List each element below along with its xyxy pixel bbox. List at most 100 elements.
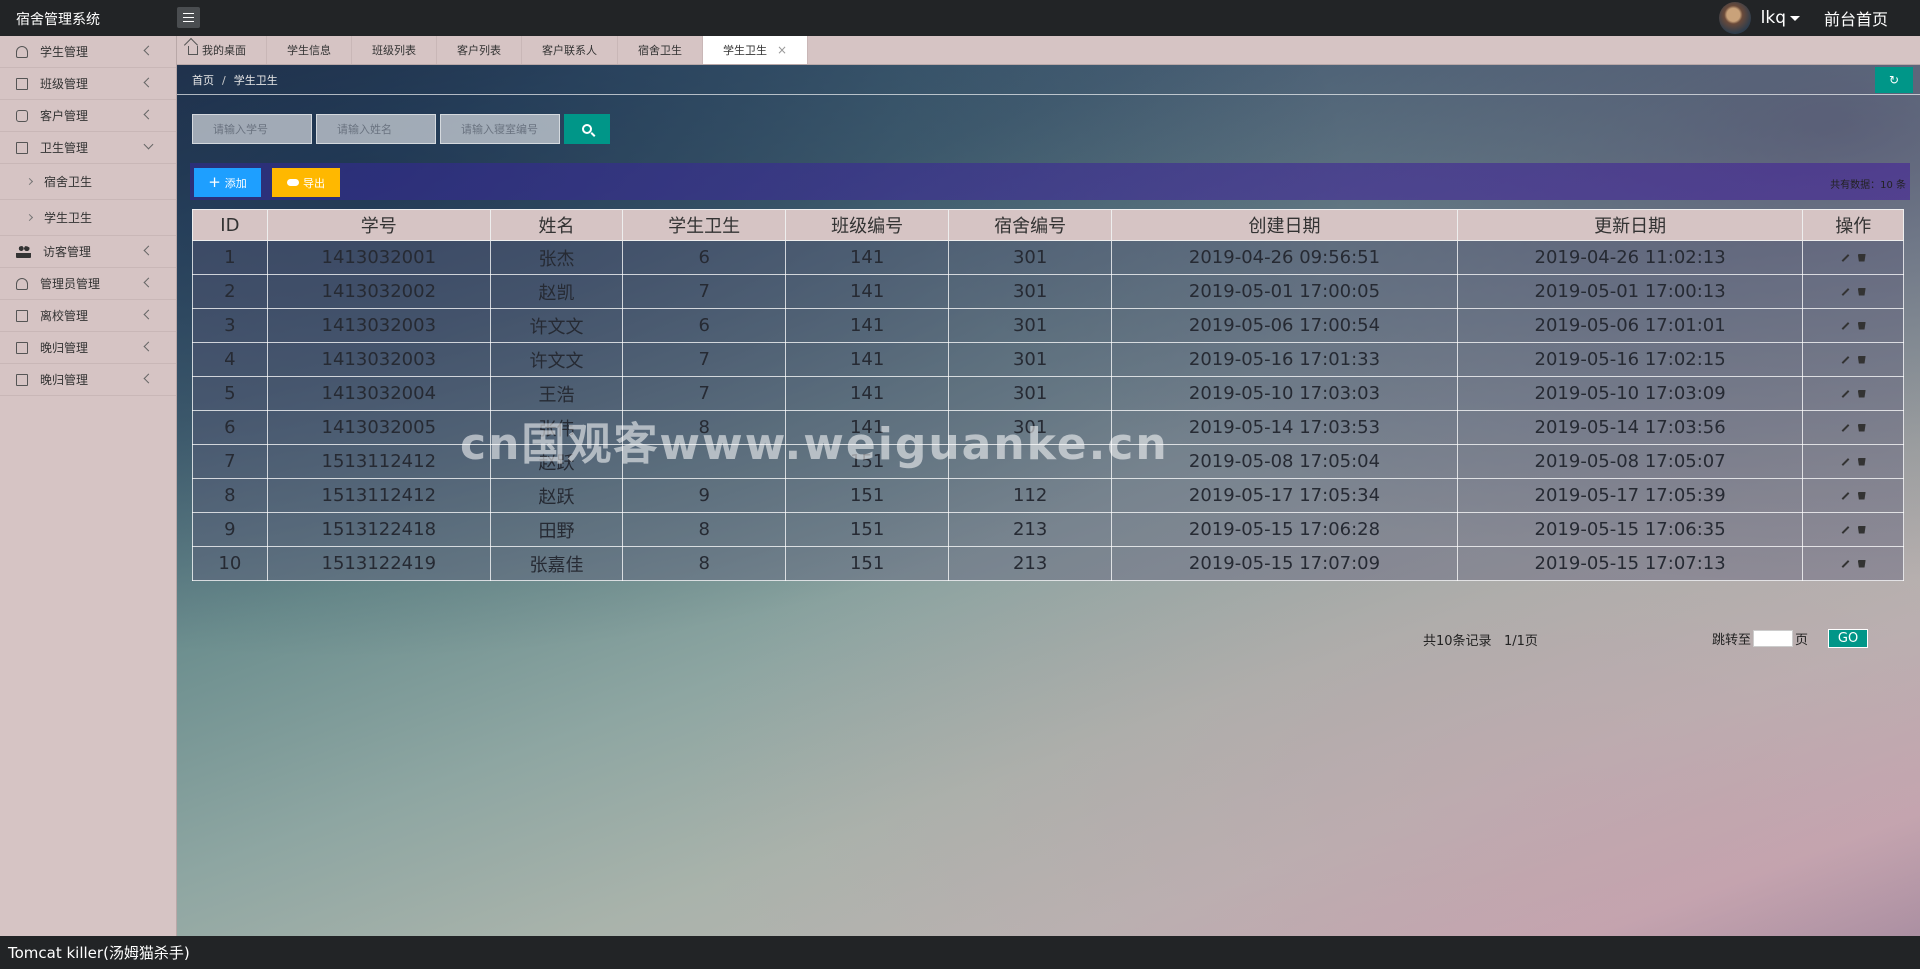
delete-icon[interactable] (1857, 253, 1866, 262)
dorm-number-input[interactable] (440, 114, 560, 144)
row-actions (1802, 240, 1904, 275)
page-jump-input[interactable] (1753, 630, 1794, 647)
sidebar-item-hygiene[interactable]: 卫生管理 (0, 132, 176, 164)
go-button[interactable]: GO (1828, 629, 1869, 648)
delete-icon[interactable] (1857, 321, 1866, 330)
table-cell: 1513112412 (266, 444, 491, 479)
home-icon (188, 45, 198, 55)
close-icon[interactable]: × (777, 43, 787, 57)
edit-icon[interactable] (1841, 321, 1850, 330)
delete-icon[interactable] (1857, 287, 1866, 296)
table-cell: 141 (785, 274, 950, 309)
table-cell: 9 (192, 512, 268, 547)
sidebar-subitem-dorm-hygiene[interactable]: 宿舍卫生 (0, 164, 176, 200)
table-cell: 213 (948, 512, 1113, 547)
tab-desktop[interactable]: 我的桌面 (180, 36, 267, 64)
table-cell: 7 (622, 274, 787, 309)
refresh-button[interactable]: ↻ (1875, 67, 1913, 93)
sidebar-item-class[interactable]: 班级管理 (0, 68, 176, 100)
column-header: 宿舍编号 (948, 209, 1113, 241)
sidebar-item-late-return[interactable]: 晚归管理 (0, 332, 176, 364)
delete-icon[interactable] (1857, 389, 1866, 398)
breadcrumb-home[interactable]: 首页 (192, 72, 214, 88)
edit-icon[interactable] (1841, 457, 1850, 466)
caret-down-icon[interactable] (1789, 15, 1800, 21)
edit-icon[interactable] (1841, 559, 1850, 568)
edit-icon[interactable] (1841, 287, 1850, 296)
user-name[interactable]: lkq (1761, 8, 1786, 28)
chevron-left-icon (143, 341, 154, 352)
tab-dorm-hygiene[interactable]: 宿舍卫生 (618, 36, 703, 64)
table-cell: 2019-05-17 17:05:39 (1456, 478, 1804, 513)
table-cell: 8 (192, 478, 268, 513)
menu-toggle-button[interactable] (177, 7, 200, 28)
pagination-summary: 共10条记录 1/1页 (1423, 630, 1538, 649)
column-header: ID (192, 209, 268, 241)
column-header: 操作 (1802, 209, 1904, 241)
box-icon (16, 109, 28, 122)
delete-icon[interactable] (1857, 355, 1866, 364)
table-cell: 2019-05-16 17:01:33 (1111, 342, 1458, 377)
edit-icon[interactable] (1841, 389, 1850, 398)
row-actions (1802, 546, 1904, 581)
row-actions-group (1803, 423, 1903, 432)
table-cell: 9 (622, 478, 787, 513)
tab-class-list[interactable]: 班级列表 (352, 36, 437, 64)
edit-icon[interactable] (1841, 525, 1850, 534)
tab-student-info[interactable]: 学生信息 (267, 36, 352, 64)
edit-icon[interactable] (1841, 355, 1850, 364)
sidebar: 学生管理 班级管理 客户管理 卫生管理 宿舍卫生 学生卫生 访客管理 管理员管理… (0, 36, 177, 936)
tab-customer-list[interactable]: 客户列表 (437, 36, 522, 64)
table-cell: 2019-05-15 17:06:35 (1456, 512, 1804, 547)
table-cell: 6 (192, 410, 268, 445)
add-button[interactable]: + 添加 (194, 168, 261, 197)
table-cell: 112 (948, 478, 1113, 513)
tab-student-hygiene[interactable]: 学生卫生 × (703, 36, 809, 64)
edit-icon[interactable] (1841, 253, 1850, 262)
column-header: 班级编号 (785, 209, 950, 241)
sidebar-subitem-student-hygiene[interactable]: 学生卫生 (0, 200, 176, 236)
export-button[interactable]: 导出 (272, 168, 340, 197)
table-cell: 1513122418 (266, 512, 491, 547)
tab-customer-contact[interactable]: 客户联系人 (522, 36, 618, 64)
table-cell: 301 (948, 274, 1113, 309)
chevron-left-icon (143, 277, 154, 288)
delete-icon[interactable] (1857, 491, 1866, 500)
name-input[interactable] (316, 114, 436, 144)
row-actions (1802, 274, 1904, 309)
edit-icon[interactable] (1841, 491, 1850, 500)
avatar[interactable] (1718, 2, 1751, 34)
table-row: 10 1513122419 张嘉佳 8 151 213 2019-05-15 17:07:0… (192, 546, 1904, 581)
search-button[interactable] (564, 114, 610, 144)
table-cell: 许文文 (489, 342, 624, 377)
delete-icon[interactable] (1857, 423, 1866, 432)
student-id-input[interactable] (192, 114, 312, 144)
sidebar-item-admin[interactable]: 管理员管理 (0, 268, 176, 300)
table-cell: 141 (785, 240, 950, 275)
sidebar-item-visitor[interactable]: 访客管理 (0, 236, 176, 268)
row-actions-group (1803, 525, 1903, 534)
edit-icon[interactable] (1841, 423, 1850, 432)
sidebar-item-customer[interactable]: 客户管理 (0, 100, 176, 132)
table-cell: 1413032001 (266, 240, 491, 275)
row-actions (1802, 410, 1904, 445)
table-cell: 301 (948, 342, 1113, 377)
sidebar-item-leave[interactable]: 离校管理 (0, 300, 176, 332)
sidebar-item-label: 离校管理 (40, 309, 89, 323)
table-cell: 2019-04-26 09:56:51 (1111, 240, 1458, 275)
table-cell: 141 (785, 376, 950, 411)
table-cell: 2019-05-17 17:05:34 (1111, 478, 1458, 513)
sidebar-item-student[interactable]: 学生管理 (0, 36, 176, 68)
breadcrumb: 首页 / 学生卫生 ↻ (177, 66, 1920, 95)
table-cell: 1413032004 (266, 376, 491, 411)
table-cell: 8 (622, 512, 787, 547)
jump-suffix: 页 (1795, 633, 1809, 648)
table-cell: 1413032005 (266, 410, 491, 445)
delete-icon[interactable] (1857, 559, 1866, 568)
delete-icon[interactable] (1857, 525, 1866, 534)
jump-prefix: 跳转至 (1712, 633, 1752, 648)
sidebar-item-late-return-2[interactable]: 晚归管理 (0, 364, 176, 396)
delete-icon[interactable] (1857, 457, 1866, 466)
column-header: 学号 (266, 209, 491, 241)
front-page-link[interactable]: 前台首页 (1824, 6, 1888, 30)
